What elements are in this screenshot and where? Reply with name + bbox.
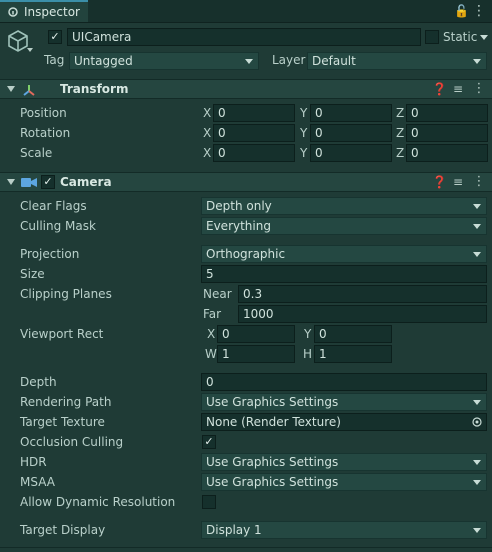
rotation-x-input[interactable]: 0 [213, 124, 295, 142]
viewport-w-label: W [205, 347, 217, 361]
axis-z: Z [396, 126, 405, 140]
rendering-path-dropdown[interactable]: Use Graphics Settings [201, 393, 487, 411]
axis-x: X [203, 106, 212, 120]
static-checkbox[interactable] [425, 30, 439, 44]
near-input[interactable]: 0.3 [238, 285, 487, 303]
clear-flags-dropdown[interactable]: Depth only [201, 197, 487, 215]
transform-icon [23, 85, 35, 96]
depth-label: Depth [20, 375, 57, 389]
size-label: Size [20, 267, 45, 281]
axis-z: Z [396, 146, 405, 160]
culling-mask-label: Culling Mask [20, 219, 96, 233]
viewport-y-label: Y [304, 327, 312, 341]
hdr-label: HDR [20, 455, 47, 469]
tab-inspector[interactable]: Inspector [0, 0, 88, 22]
camera-enabled-checkbox[interactable]: ✓ [41, 175, 55, 189]
viewport-x-input[interactable]: 0 [217, 325, 295, 343]
rotation-y-input[interactable]: 0 [310, 124, 392, 142]
rendering-path-label: Rendering Path [20, 395, 112, 409]
object-header: ✓ UICamera Static Tag Untagged Layer Def… [0, 23, 492, 75]
tag-label: Tag [44, 53, 65, 67]
viewport-x-label: X [207, 327, 216, 341]
viewport-y-input[interactable]: 0 [314, 325, 392, 343]
hdr-dropdown[interactable]: Use Graphics Settings [201, 453, 487, 471]
scale-y-input[interactable]: 0 [310, 144, 392, 162]
static-label: Static [443, 30, 478, 44]
viewport-w-input[interactable]: 1 [217, 345, 295, 363]
viewport-h-input[interactable]: 1 [314, 345, 392, 363]
tab-label: Inspector [24, 5, 80, 19]
tag-dropdown[interactable]: Untagged [69, 52, 259, 70]
camera-header[interactable]: ✓ Camera ❓ ≡ ⋮ [0, 172, 492, 192]
position-y-input[interactable]: 0 [310, 104, 392, 122]
scale-x-input[interactable]: 0 [213, 144, 295, 162]
layer-dropdown[interactable]: Default [307, 52, 487, 70]
menu-icon[interactable]: ⋮ [472, 4, 486, 18]
position-x-input[interactable]: 0 [213, 104, 295, 122]
active-checkbox[interactable]: ✓ [48, 30, 62, 44]
lock-icon[interactable]: 🔓 [454, 4, 469, 18]
occlusion-culling-checkbox[interactable]: ✓ [202, 435, 216, 449]
msaa-dropdown[interactable]: Use Graphics Settings [201, 473, 487, 491]
viewport-rect-label: Viewport Rect [20, 327, 104, 341]
rotation-label: Rotation [20, 126, 71, 140]
viewport-h-label: H [303, 347, 313, 361]
far-label: Far [203, 307, 222, 321]
foldout-icon[interactable] [7, 179, 15, 185]
far-input[interactable]: 1000 [238, 305, 487, 323]
help-icon[interactable]: ❓ [432, 175, 447, 189]
transform-header[interactable]: Transform ❓ ≡ ⋮ [0, 79, 492, 99]
axis-z: Z [396, 106, 405, 120]
inspector-icon [8, 7, 18, 17]
target-icon[interactable] [472, 417, 482, 427]
more-icon[interactable]: ⋮ [472, 175, 486, 189]
scale-z-input[interactable]: 0 [406, 144, 488, 162]
chevron-down-icon[interactable] [27, 48, 33, 52]
object-name-input[interactable]: UICamera [67, 28, 421, 46]
camera-title: Camera [60, 175, 112, 189]
depth-input[interactable]: 0 [201, 373, 487, 391]
tab-bar: Inspector 🔓 ⋮ [0, 0, 492, 23]
projection-dropdown[interactable]: Orthographic [201, 245, 487, 263]
rotation-z-input[interactable]: 0 [406, 124, 488, 142]
target-texture-field[interactable]: None (Render Texture) [201, 413, 487, 431]
target-display-label: Target Display [20, 523, 106, 537]
clear-flags-label: Clear Flags [20, 199, 87, 213]
more-icon[interactable]: ⋮ [472, 82, 486, 96]
divider [0, 547, 492, 548]
axis-y: Y [300, 146, 308, 160]
target-display-dropdown[interactable]: Display 1 [201, 521, 487, 539]
settings-icon[interactable]: ≡ [451, 175, 465, 189]
static-dropdown-icon[interactable] [480, 35, 488, 40]
near-label: Near [203, 287, 232, 301]
projection-label: Projection [20, 247, 80, 261]
position-z-input[interactable]: 0 [406, 104, 488, 122]
axis-y: Y [300, 106, 308, 120]
axis-x: X [203, 146, 212, 160]
clipping-planes-label: Clipping Planes [20, 287, 112, 301]
settings-icon[interactable]: ≡ [451, 82, 465, 96]
dynamic-resolution-checkbox[interactable] [202, 495, 216, 509]
target-texture-label: Target Texture [20, 415, 105, 429]
axis-x: X [203, 126, 212, 140]
culling-mask-dropdown[interactable]: Everything [201, 217, 487, 235]
msaa-label: MSAA [20, 475, 55, 489]
help-icon[interactable]: ❓ [432, 82, 447, 96]
occlusion-culling-label: Occlusion Culling [20, 435, 124, 449]
dynamic-resolution-label: Allow Dynamic Resolution [20, 495, 176, 509]
layer-label: Layer [272, 53, 306, 67]
transform-title: Transform [60, 82, 129, 96]
axis-y: Y [300, 126, 308, 140]
foldout-icon[interactable] [7, 86, 15, 92]
scale-label: Scale [20, 146, 53, 160]
position-label: Position [20, 106, 67, 120]
camera-icon [21, 178, 37, 187]
size-input[interactable]: 5 [201, 265, 487, 283]
